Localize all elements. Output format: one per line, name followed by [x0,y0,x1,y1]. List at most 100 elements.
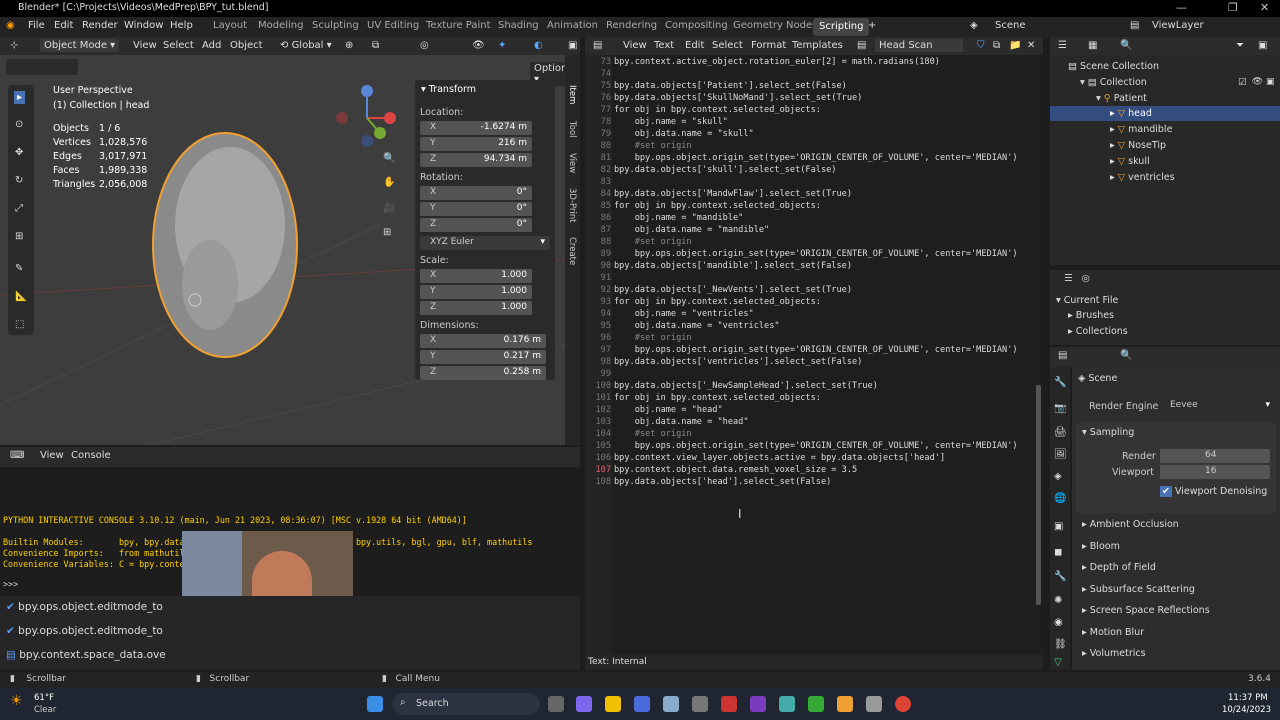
text-view-menu[interactable]: View [623,40,647,51]
code-line[interactable]: bpy.data.objects['_NewSampleHead'].selec… [614,381,878,391]
mode-dropdown[interactable]: Object Mode ▾ [40,39,120,52]
text-templates-menu[interactable]: Templates [792,40,843,51]
chrome-icon[interactable] [895,696,911,712]
notepad-icon[interactable] [866,696,882,712]
rotation-x-field[interactable]: X 0° [420,186,532,200]
code-line[interactable]: bpy.data.objects['head'].select_set(Fals… [614,477,831,487]
collection-tab-icon[interactable]: ▣ [1054,521,1063,532]
text-editor-type-icon[interactable]: ▤ [593,40,602,51]
blender-taskbar-icon[interactable] [837,696,853,712]
scale-z-field[interactable]: Z 1.000 [420,301,532,315]
transform-header[interactable]: ▾ Transform [421,84,476,95]
dimensions-x-field[interactable]: X 0.176 m [420,334,546,348]
maximize-icon[interactable]: ❐ [1228,1,1238,14]
visibility-icon[interactable]: 👁 [472,40,485,51]
euler-dropdown[interactable]: XYZ Euler ▾ [420,236,550,250]
outliner-item[interactable]: ▸ ▽ head [1110,108,1152,119]
outliner-item[interactable]: ▸ ▽ NoseTip [1110,140,1166,151]
outliner-filter-icon[interactable]: ⏷ [1236,40,1244,51]
tab-tool[interactable]: Tool [567,121,577,138]
properties-type-icon[interactable]: ▤ [1058,350,1067,361]
text-browse-icon[interactable]: ▤ [857,40,866,51]
render-tab-icon[interactable]: 📷 [1054,403,1066,414]
code-line[interactable]: bpy.data.objects['SkullNoMand'].select_s… [614,93,862,103]
property-section[interactable]: ▸ Performance [1082,670,1150,671]
rotation-z-field[interactable]: Z 0° [420,218,532,232]
property-section[interactable]: ▸ Screen Space Reflections [1082,605,1210,616]
outliner-type-icon[interactable]: ☰ [1058,40,1067,51]
text-editor[interactable]: 73 bpy.context.active_object.rotation_eul… [585,55,1043,655]
code-line[interactable]: obj.name = "skull" [614,117,728,127]
brushes-item[interactable]: ▸ Brushes [1068,310,1114,321]
info-log-item[interactable]: ✔ bpy.ops.object.editmode_to [6,601,163,613]
search-box[interactable]: ⌕ Search [392,693,540,715]
xray-icon[interactable]: ▣ [568,40,577,51]
code-line[interactable]: bpy.data.objects['mandible'].select_set(… [614,261,852,271]
outliner-item[interactable]: ▸ ▽ skull [1110,156,1150,167]
view-menu[interactable]: View [133,40,157,51]
code-line[interactable]: for obj in bpy.context.selected_objects: [614,297,821,307]
console-console-menu[interactable]: Console [71,450,111,461]
modifier-tab-icon[interactable]: 🔧 [1054,571,1066,582]
fake-user-icon[interactable]: ⛉ [977,40,985,51]
tab-geometry-nodes[interactable]: Geometry Nodes [733,20,817,31]
visibility-eye-icon[interactable]: 👁 ▣ [1246,77,1275,87]
tab-shading[interactable]: Shading [498,20,539,31]
select-mode-buttons[interactable] [6,59,78,75]
particles-tab-icon[interactable]: ✺ [1054,595,1062,606]
menu-file[interactable]: File [28,20,45,31]
task-view-icon[interactable] [548,696,564,712]
xbox-icon[interactable] [808,696,824,712]
outliner-root[interactable]: ▤ Scene Collection [1068,61,1159,72]
zoom-icon[interactable]: 🔍 [383,153,395,164]
browser-display-icon[interactable]: ☰ ◎ [1064,273,1090,284]
scale-y-field[interactable]: Y 1.000 [420,285,532,299]
tab-animation[interactable]: Animation [547,20,598,31]
snap-icon[interactable]: ⧉ [372,40,379,51]
app-icon-1[interactable] [634,696,650,712]
gizmo-icon[interactable]: ✦ [498,40,506,51]
code-line[interactable]: #set origin [614,429,692,439]
physics-tab-icon[interactable]: ◉ [1054,617,1063,628]
properties-search-icon[interactable]: 🔍 [1120,350,1132,361]
python-console[interactable]: PYTHON INTERACTIVE CONSOLE 3.10.12 (main… [0,467,580,659]
outliner-item[interactable]: ▸ ▽ ventricles [1110,172,1175,183]
view-layer-tab-icon[interactable]: 🖼 [1054,449,1067,460]
code-line[interactable]: #set origin [614,141,692,151]
code-line[interactable]: bpy.data.objects['_NewVents'].select_set… [614,285,852,295]
code-line[interactable]: for obj in bpy.context.selected_objects: [614,105,821,115]
menu-edit[interactable]: Edit [54,20,73,31]
orientation-dropdown[interactable]: ⟲ Global ▾ [280,40,332,51]
viewlayer-name[interactable]: ViewLayer [1152,20,1204,31]
text-filename-field[interactable]: Head Scan [875,39,963,52]
property-section[interactable]: ▸ Depth of Field [1082,562,1156,573]
code-line[interactable]: obj.data.name = "head" [614,417,749,427]
add-menu[interactable]: Add [202,40,221,51]
text-format-menu[interactable]: Format [751,40,786,51]
code-line[interactable]: obj.data.name = "skull" [614,129,754,139]
proportional-icon[interactable]: ◎ [420,40,429,51]
viewport-denoising-checkbox[interactable]: ✔ Viewport Denoising [1160,486,1267,497]
code-line[interactable]: for obj in bpy.context.selected_objects: [614,201,821,211]
code-line[interactable]: #set origin [614,333,692,343]
close-icon[interactable]: ✕ [1260,1,1269,14]
editor-type-icon[interactable]: ⊹ [10,40,18,51]
property-section[interactable]: ▸ Ambient Occlusion [1082,519,1179,530]
text-select-menu[interactable]: Select [712,40,743,51]
property-section[interactable]: ▸ Volumetrics [1082,648,1146,659]
app-icon-4[interactable] [721,696,737,712]
code-line[interactable]: obj.data.name = "mandible" [614,225,770,235]
scene-name[interactable]: Scene [995,20,1026,31]
minimize-icon[interactable]: — [1176,1,1187,14]
code-line[interactable]: bpy.ops.object.origin_set(type='ORIGIN_C… [614,345,1018,355]
select-box-tool-icon[interactable]: ▸ [14,91,26,104]
start-icon[interactable] [367,696,383,712]
tab-view[interactable]: View [567,153,577,173]
data-tab-icon[interactable]: ▽ [1054,657,1062,668]
world-tab-icon[interactable]: 🌐 [1054,493,1066,504]
tab-create[interactable]: Create [567,237,577,265]
clock-date[interactable]: 10/24/2023 [1222,705,1271,715]
code-line[interactable]: bpy.ops.object.origin_set(type='ORIGIN_C… [614,441,1018,451]
code-line[interactable]: bpy.data.objects['skull'].select_set(Fal… [614,165,836,175]
code-line[interactable]: bpy.data.objects['ventricles'].select_se… [614,357,862,367]
